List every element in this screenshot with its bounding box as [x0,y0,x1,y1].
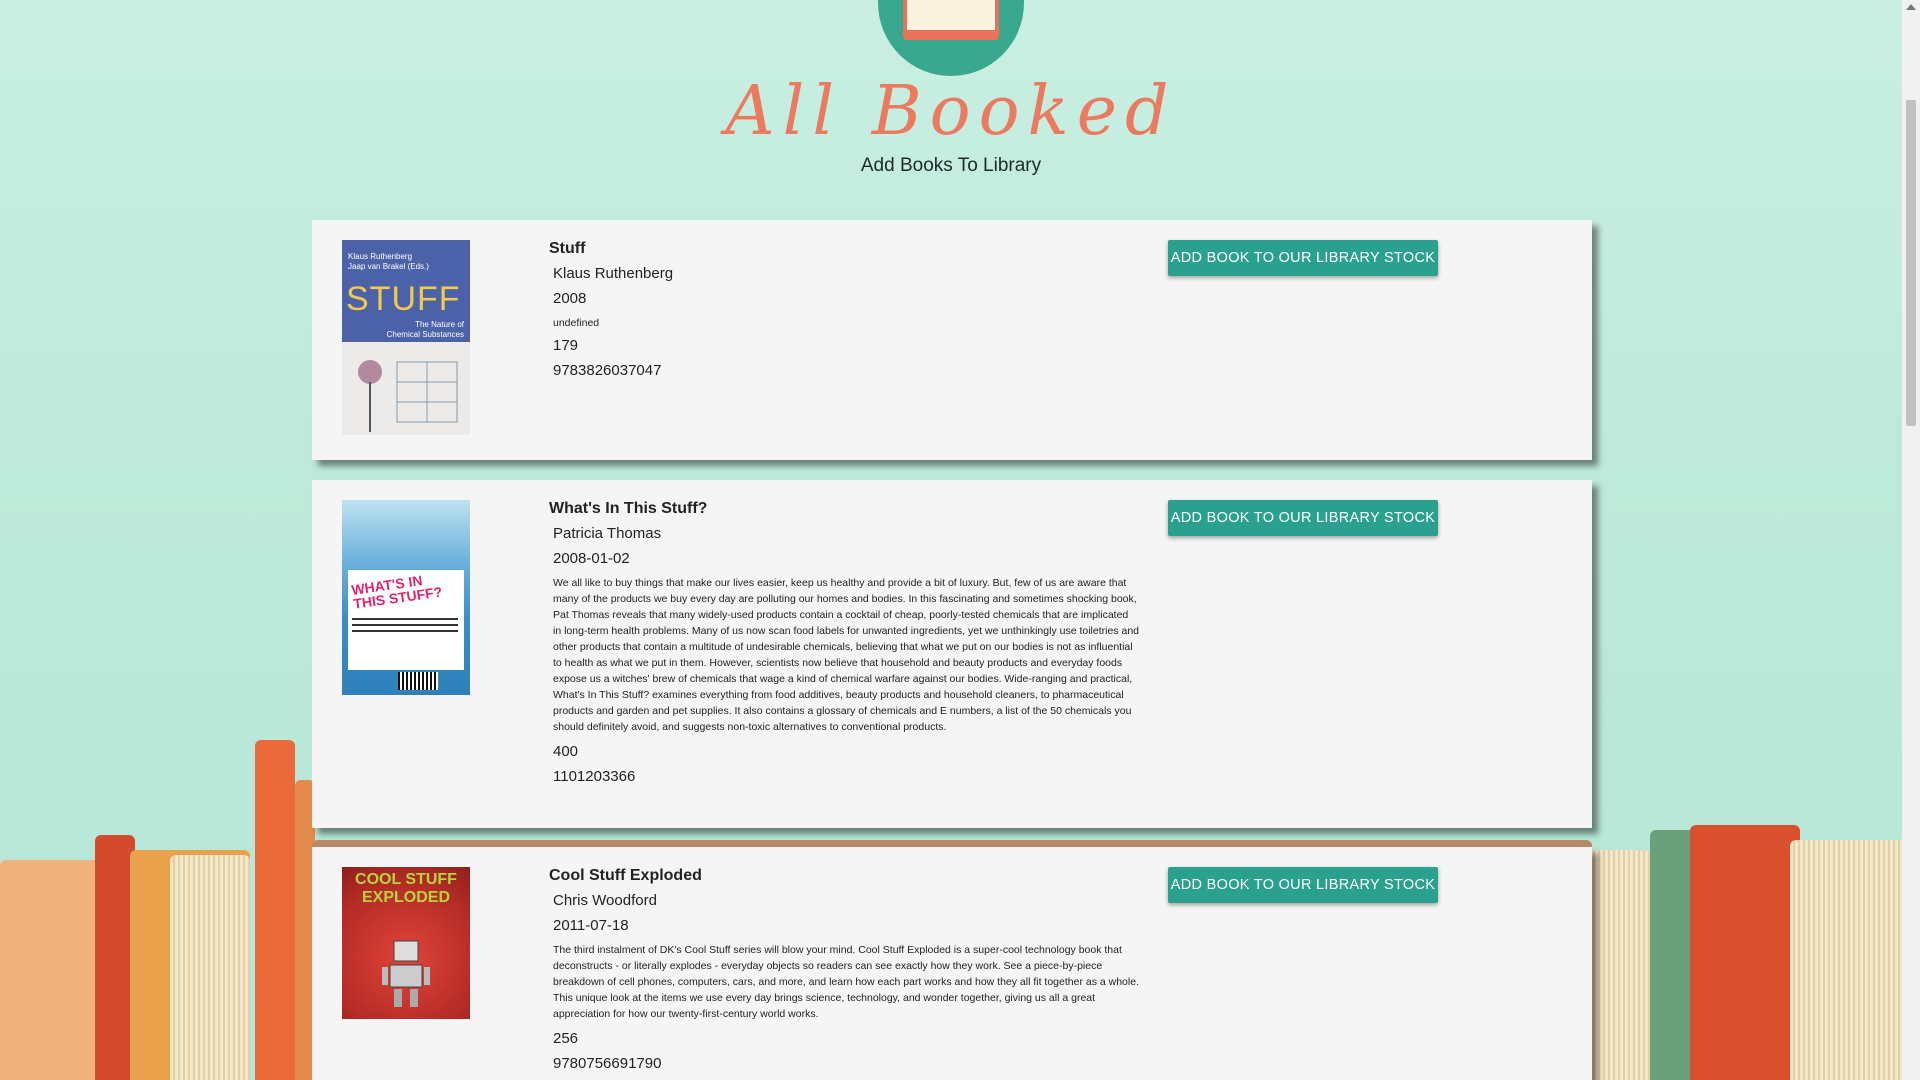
page-viewport: All Booked Add Books To Library Klaus Ru… [0,0,1902,1080]
book-cover-image: COOL STUFF EXPLODED [342,867,470,1019]
book-date: 2008-01-02 [553,550,630,567]
book-card: COOL STUFF EXPLODED Cool Stuff Exploded … [312,847,1592,1080]
bg-book [255,740,295,1080]
book-cover-image: Klaus Ruthenberg Jaap van Brakel (Eds.) … [342,240,470,435]
page-subtitle: Add Books To Library [860,155,1042,176]
book-author: Chris Woodford [553,892,657,909]
bg-book [1790,840,1902,1080]
book-card: WHAT'S IN THIS STUFF? What's In This Stu… [312,480,1592,828]
book-info: Cool Stuff Exploded Chris Woodford 2011-… [549,867,1139,1080]
cover-title: COOL STUFF EXPLODED [355,871,457,906]
book-info: What's In This Stuff? Patricia Thomas 20… [549,500,1139,793]
bg-book [95,835,135,1080]
book-author: Klaus Ruthenberg [553,265,674,282]
bg-book [1690,825,1800,1080]
book-date: 2008 [553,290,587,307]
open-book-icon [903,0,999,40]
book-description: We all like to buy things that make our … [553,577,1139,733]
book-title: Stuff [549,240,586,257]
robot-icon [382,940,430,1007]
vertical-scrollbar[interactable] [1902,0,1920,1080]
book-isbn: 1101203366 [553,768,636,785]
add-book-button[interactable]: ADD BOOK TO OUR LIBRARY STOCK [1168,867,1438,903]
book-pages: 256 [553,1030,579,1047]
barcode [398,672,438,690]
book-info: Stuff Klaus Ruthenberg 2008 undefined 17… [549,240,1139,387]
add-book-button[interactable]: ADD BOOK TO OUR LIBRARY STOCK [1168,500,1438,536]
book-title: Cool Stuff Exploded [549,867,702,884]
scrollbar-thumb[interactable] [1906,100,1916,426]
cover-authors: Klaus Ruthenberg Jaap van Brakel (Eds.) [348,252,429,271]
brand-title: All Booked [725,72,1177,151]
book-pages: 179 [553,337,579,354]
book-description: The third instalment of DK's Cool Stuff … [553,944,1139,1020]
bg-book [170,855,250,1080]
book-card: Klaus Ruthenberg Jaap van Brakel (Eds.) … [312,220,1592,460]
scroll-up-arrow-icon[interactable] [1906,4,1916,10]
book-cover-image: WHAT'S IN THIS STUFF? [342,500,470,695]
book-description: undefined [553,317,600,329]
book-isbn: 9783826037047 [553,362,662,379]
book-date: 2011-07-18 [553,917,629,934]
bg-book [1590,850,1650,1080]
cover-title: STUFF [346,280,461,318]
cover-illustration [342,342,470,435]
cover-subtitle: The Nature of Chemical Substances [386,320,464,339]
book-title: What's In This Stuff? [549,500,708,517]
book-pages: 400 [553,743,579,760]
book-isbn: 9780756691790 [553,1055,662,1072]
book-author: Patricia Thomas [553,525,662,542]
add-book-button[interactable]: ADD BOOK TO OUR LIBRARY STOCK [1168,240,1438,276]
